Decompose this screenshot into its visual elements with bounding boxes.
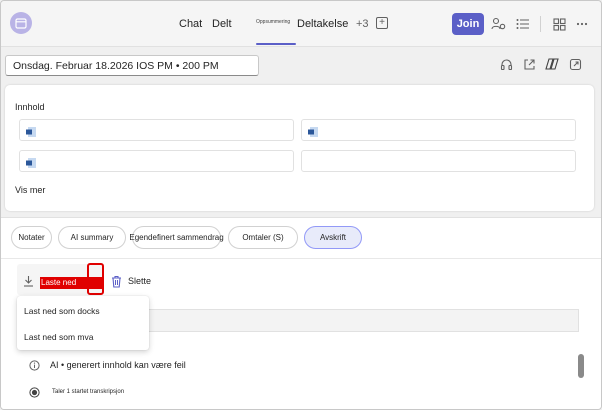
transcript-entry-text: Taler 1 startet transkripsjon [52, 389, 125, 395]
tab-deltakelse[interactable]: Deltakelse [297, 18, 348, 30]
tab-oppsummering[interactable]: Oppsummering [256, 19, 290, 25]
see-more-link[interactable]: Vis mer [15, 185, 45, 195]
header-bar: Chat Delt Oppsummering Deltakelse +3 + J… [1, 1, 601, 47]
apps-icon[interactable] [551, 16, 567, 32]
tab-notater[interactable]: Notater [11, 226, 52, 249]
download-menu: Last ned som docks Last ned som mva [17, 296, 149, 350]
ai-notice-text: AI • generert innhold kan være feil [50, 360, 186, 370]
list-icon[interactable] [515, 16, 531, 32]
trash-icon [112, 275, 121, 288]
more-tabs-button[interactable]: +3 [356, 18, 369, 30]
open-external-icon[interactable] [568, 57, 582, 71]
app-window: Chat Delt Oppsummering Deltakelse +3 + J… [0, 0, 602, 410]
download-chevron-highlight[interactable] [87, 263, 104, 295]
record-icon [29, 386, 40, 398]
more-icon[interactable] [574, 16, 590, 32]
tab-egendefinert-sammendrag[interactable]: Egendefinert sammendrag [129, 226, 224, 249]
download-icon [23, 274, 34, 292]
meeting-date-field[interactable]: Onsdag. Februar 18.2026 IOS PM • 200 PM [5, 55, 259, 76]
delete-button[interactable]: Slette [111, 273, 151, 289]
file-tile[interactable] [19, 119, 294, 141]
delete-label: Slette [128, 276, 152, 286]
headset-icon[interactable] [499, 57, 513, 71]
content-card: Innhold Vis mer [5, 85, 594, 211]
tab-avskrift[interactable]: Avskrift [304, 226, 362, 249]
copilot-icon[interactable] [545, 57, 559, 71]
tab-delt[interactable]: Delt [212, 18, 232, 30]
active-tab-indicator [256, 43, 296, 45]
plus-square-icon[interactable]: + [376, 17, 388, 29]
file-tile[interactable] [19, 150, 294, 172]
people-settings-icon[interactable] [490, 16, 506, 32]
word-doc-icon [25, 125, 37, 143]
divider [1, 258, 601, 259]
ai-notice: AI • generert innhold kan være feil [29, 358, 186, 372]
join-button[interactable]: Join [452, 13, 484, 35]
file-tile[interactable] [301, 119, 576, 141]
transcript-header-row [105, 309, 579, 332]
tab-chat[interactable]: Chat [179, 18, 202, 30]
tab-ai-summary[interactable]: AI summary [58, 226, 126, 249]
scrollbar-thumb[interactable] [578, 354, 584, 378]
share-icon[interactable] [522, 57, 536, 71]
info-icon [29, 359, 40, 371]
menu-item-download-docx[interactable]: Last ned som docks [24, 306, 100, 316]
word-doc-icon [307, 125, 319, 143]
calendar-icon[interactable] [10, 12, 32, 34]
word-doc-icon [25, 156, 37, 174]
transcript-entry: Taler 1 startet transkripsjon [29, 386, 124, 398]
menu-item-download-mva[interactable]: Last ned som mva [24, 332, 93, 342]
file-tile-empty[interactable] [301, 150, 576, 172]
tab-omtaler[interactable]: Omtaler (S) [228, 226, 298, 249]
content-title: Innhold [15, 102, 45, 112]
header-divider [540, 16, 541, 32]
